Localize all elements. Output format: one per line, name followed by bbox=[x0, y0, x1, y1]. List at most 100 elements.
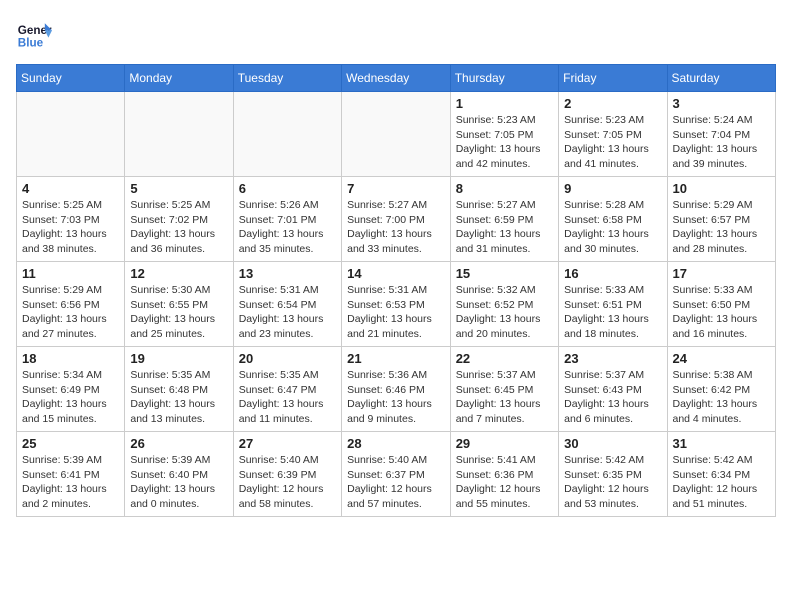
day-number: 21 bbox=[347, 351, 445, 366]
day-number: 2 bbox=[564, 96, 661, 111]
calendar-cell bbox=[17, 92, 125, 177]
day-number: 22 bbox=[456, 351, 553, 366]
day-info: Sunrise: 5:41 AMSunset: 6:36 PMDaylight:… bbox=[456, 453, 553, 512]
day-info: Sunrise: 5:24 AMSunset: 7:04 PMDaylight:… bbox=[673, 113, 771, 172]
day-number: 8 bbox=[456, 181, 553, 196]
week-row-3: 11 Sunrise: 5:29 AMSunset: 6:56 PMDayligh… bbox=[17, 262, 776, 347]
calendar-cell: 26 Sunrise: 5:39 AMSunset: 6:40 PMDayligh… bbox=[125, 432, 233, 517]
day-number: 27 bbox=[239, 436, 336, 451]
day-info: Sunrise: 5:28 AMSunset: 6:58 PMDaylight:… bbox=[564, 198, 661, 257]
calendar-cell bbox=[125, 92, 233, 177]
day-info: Sunrise: 5:42 AMSunset: 6:34 PMDaylight:… bbox=[673, 453, 771, 512]
calendar-cell: 8 Sunrise: 5:27 AMSunset: 6:59 PMDaylight… bbox=[450, 177, 558, 262]
day-info: Sunrise: 5:27 AMSunset: 6:59 PMDaylight:… bbox=[456, 198, 553, 257]
day-number: 4 bbox=[22, 181, 119, 196]
day-info: Sunrise: 5:34 AMSunset: 6:49 PMDaylight:… bbox=[22, 368, 119, 427]
calendar-cell: 6 Sunrise: 5:26 AMSunset: 7:01 PMDaylight… bbox=[233, 177, 341, 262]
day-info: Sunrise: 5:33 AMSunset: 6:51 PMDaylight:… bbox=[564, 283, 661, 342]
day-number: 28 bbox=[347, 436, 445, 451]
calendar-cell: 25Sunrise: 5:39 AMSunset: 6:41 PMDayligh… bbox=[17, 432, 125, 517]
calendar-cell: 28 Sunrise: 5:40 AMSunset: 6:37 PMDayligh… bbox=[342, 432, 451, 517]
day-info: Sunrise: 5:40 AMSunset: 6:39 PMDaylight:… bbox=[239, 453, 336, 512]
day-info: Sunrise: 5:37 AMSunset: 6:45 PMDaylight:… bbox=[456, 368, 553, 427]
day-info: Sunrise: 5:26 AMSunset: 7:01 PMDaylight:… bbox=[239, 198, 336, 257]
day-info: Sunrise: 5:36 AMSunset: 6:46 PMDaylight:… bbox=[347, 368, 445, 427]
day-number: 9 bbox=[564, 181, 661, 196]
day-info: Sunrise: 5:38 AMSunset: 6:42 PMDaylight:… bbox=[673, 368, 771, 427]
day-number: 3 bbox=[673, 96, 771, 111]
day-number: 23 bbox=[564, 351, 661, 366]
calendar-cell: 11 Sunrise: 5:29 AMSunset: 6:56 PMDayligh… bbox=[17, 262, 125, 347]
day-info: Sunrise: 5:27 AMSunset: 7:00 PMDaylight:… bbox=[347, 198, 445, 257]
day-number: 26 bbox=[130, 436, 227, 451]
calendar-table: SundayMondayTuesdayWednesdayThursdayFrid… bbox=[16, 64, 776, 517]
day-header-saturday: Saturday bbox=[667, 65, 776, 92]
day-info: Sunrise: 5:35 AMSunset: 6:47 PMDaylight:… bbox=[239, 368, 336, 427]
day-info: Sunrise: 5:37 AMSunset: 6:43 PMDaylight:… bbox=[564, 368, 661, 427]
day-number: 20 bbox=[239, 351, 336, 366]
day-number: 19 bbox=[130, 351, 227, 366]
calendar-cell: 3 Sunrise: 5:24 AMSunset: 7:04 PMDaylight… bbox=[667, 92, 776, 177]
day-info: Sunrise: 5:31 AMSunset: 6:54 PMDaylight:… bbox=[239, 283, 336, 342]
calendar-cell: 22 Sunrise: 5:37 AMSunset: 6:45 PMDayligh… bbox=[450, 347, 558, 432]
day-info: Sunrise: 5:29 AMSunset: 6:56 PMDaylight:… bbox=[22, 283, 119, 342]
day-info: Sunrise: 5:25 AMSunset: 7:03 PMDaylight:… bbox=[22, 198, 119, 257]
day-number: 31 bbox=[673, 436, 771, 451]
calendar-cell: 13Sunrise: 5:31 AMSunset: 6:54 PMDayligh… bbox=[233, 262, 341, 347]
day-info: Sunrise: 5:39 AMSunset: 6:40 PMDaylight:… bbox=[130, 453, 227, 512]
day-info: Sunrise: 5:31 AMSunset: 6:53 PMDaylight:… bbox=[347, 283, 445, 342]
day-header-friday: Friday bbox=[559, 65, 667, 92]
day-header-sunday: Sunday bbox=[17, 65, 125, 92]
calendar-cell: 30 Sunrise: 5:42 AMSunset: 6:35 PMDayligh… bbox=[559, 432, 667, 517]
day-info: Sunrise: 5:23 AMSunset: 7:05 PMDaylight:… bbox=[456, 113, 553, 172]
day-header-wednesday: Wednesday bbox=[342, 65, 451, 92]
calendar-cell: 20 Sunrise: 5:35 AMSunset: 6:47 PMDayligh… bbox=[233, 347, 341, 432]
calendar-cell: 31 Sunrise: 5:42 AMSunset: 6:34 PMDayligh… bbox=[667, 432, 776, 517]
day-info: Sunrise: 5:35 AMSunset: 6:48 PMDaylight:… bbox=[130, 368, 227, 427]
day-info: Sunrise: 5:42 AMSunset: 6:35 PMDaylight:… bbox=[564, 453, 661, 512]
day-number: 6 bbox=[239, 181, 336, 196]
calendar-cell: 4 Sunrise: 5:25 AMSunset: 7:03 PMDaylight… bbox=[17, 177, 125, 262]
day-number: 14 bbox=[347, 266, 445, 281]
page-header: General Blue bbox=[16, 16, 776, 52]
logo: General Blue bbox=[16, 16, 58, 52]
calendar-cell: 7 Sunrise: 5:27 AMSunset: 7:00 PMDaylight… bbox=[342, 177, 451, 262]
day-number: 24 bbox=[673, 351, 771, 366]
calendar-cell bbox=[342, 92, 451, 177]
day-number: 29 bbox=[456, 436, 553, 451]
calendar-header-row: SundayMondayTuesdayWednesdayThursdayFrid… bbox=[17, 65, 776, 92]
day-info: Sunrise: 5:29 AMSunset: 6:57 PMDaylight:… bbox=[673, 198, 771, 257]
day-number: 11 bbox=[22, 266, 119, 281]
day-info: Sunrise: 5:23 AMSunset: 7:05 PMDaylight:… bbox=[564, 113, 661, 172]
calendar-cell: 1 Sunrise: 5:23 AMSunset: 7:05 PMDaylight… bbox=[450, 92, 558, 177]
day-info: Sunrise: 5:40 AMSunset: 6:37 PMDaylight:… bbox=[347, 453, 445, 512]
day-info: Sunrise: 5:39 AMSunset: 6:41 PMDaylight:… bbox=[22, 453, 119, 512]
week-row-1: 1 Sunrise: 5:23 AMSunset: 7:05 PMDaylight… bbox=[17, 92, 776, 177]
day-number: 12 bbox=[130, 266, 227, 281]
day-number: 5 bbox=[130, 181, 227, 196]
calendar-cell: 14 Sunrise: 5:31 AMSunset: 6:53 PMDayligh… bbox=[342, 262, 451, 347]
day-number: 15 bbox=[456, 266, 553, 281]
calendar-cell: 17Sunrise: 5:33 AMSunset: 6:50 PMDayligh… bbox=[667, 262, 776, 347]
day-number: 1 bbox=[456, 96, 553, 111]
day-number: 30 bbox=[564, 436, 661, 451]
svg-text:Blue: Blue bbox=[18, 37, 44, 50]
calendar-cell: 19 Sunrise: 5:35 AMSunset: 6:48 PMDayligh… bbox=[125, 347, 233, 432]
calendar-cell: 5 Sunrise: 5:25 AMSunset: 7:02 PMDaylight… bbox=[125, 177, 233, 262]
calendar-cell: 29 Sunrise: 5:41 AMSunset: 6:36 PMDayligh… bbox=[450, 432, 558, 517]
calendar-cell: 27 Sunrise: 5:40 AMSunset: 6:39 PMDayligh… bbox=[233, 432, 341, 517]
calendar-cell: 2 Sunrise: 5:23 AMSunset: 7:05 PMDaylight… bbox=[559, 92, 667, 177]
day-header-tuesday: Tuesday bbox=[233, 65, 341, 92]
day-number: 7 bbox=[347, 181, 445, 196]
day-info: Sunrise: 5:30 AMSunset: 6:55 PMDaylight:… bbox=[130, 283, 227, 342]
calendar-cell: 15Sunrise: 5:32 AMSunset: 6:52 PMDayligh… bbox=[450, 262, 558, 347]
day-info: Sunrise: 5:25 AMSunset: 7:02 PMDaylight:… bbox=[130, 198, 227, 257]
calendar-cell: 21 Sunrise: 5:36 AMSunset: 6:46 PMDayligh… bbox=[342, 347, 451, 432]
calendar-cell: 23 Sunrise: 5:37 AMSunset: 6:43 PMDayligh… bbox=[559, 347, 667, 432]
day-number: 16 bbox=[564, 266, 661, 281]
week-row-4: 18Sunrise: 5:34 AMSunset: 6:49 PMDayligh… bbox=[17, 347, 776, 432]
week-row-2: 4 Sunrise: 5:25 AMSunset: 7:03 PMDaylight… bbox=[17, 177, 776, 262]
calendar-cell: 10Sunrise: 5:29 AMSunset: 6:57 PMDayligh… bbox=[667, 177, 776, 262]
calendar-cell: 9 Sunrise: 5:28 AMSunset: 6:58 PMDaylight… bbox=[559, 177, 667, 262]
logo-icon: General Blue bbox=[16, 16, 52, 52]
